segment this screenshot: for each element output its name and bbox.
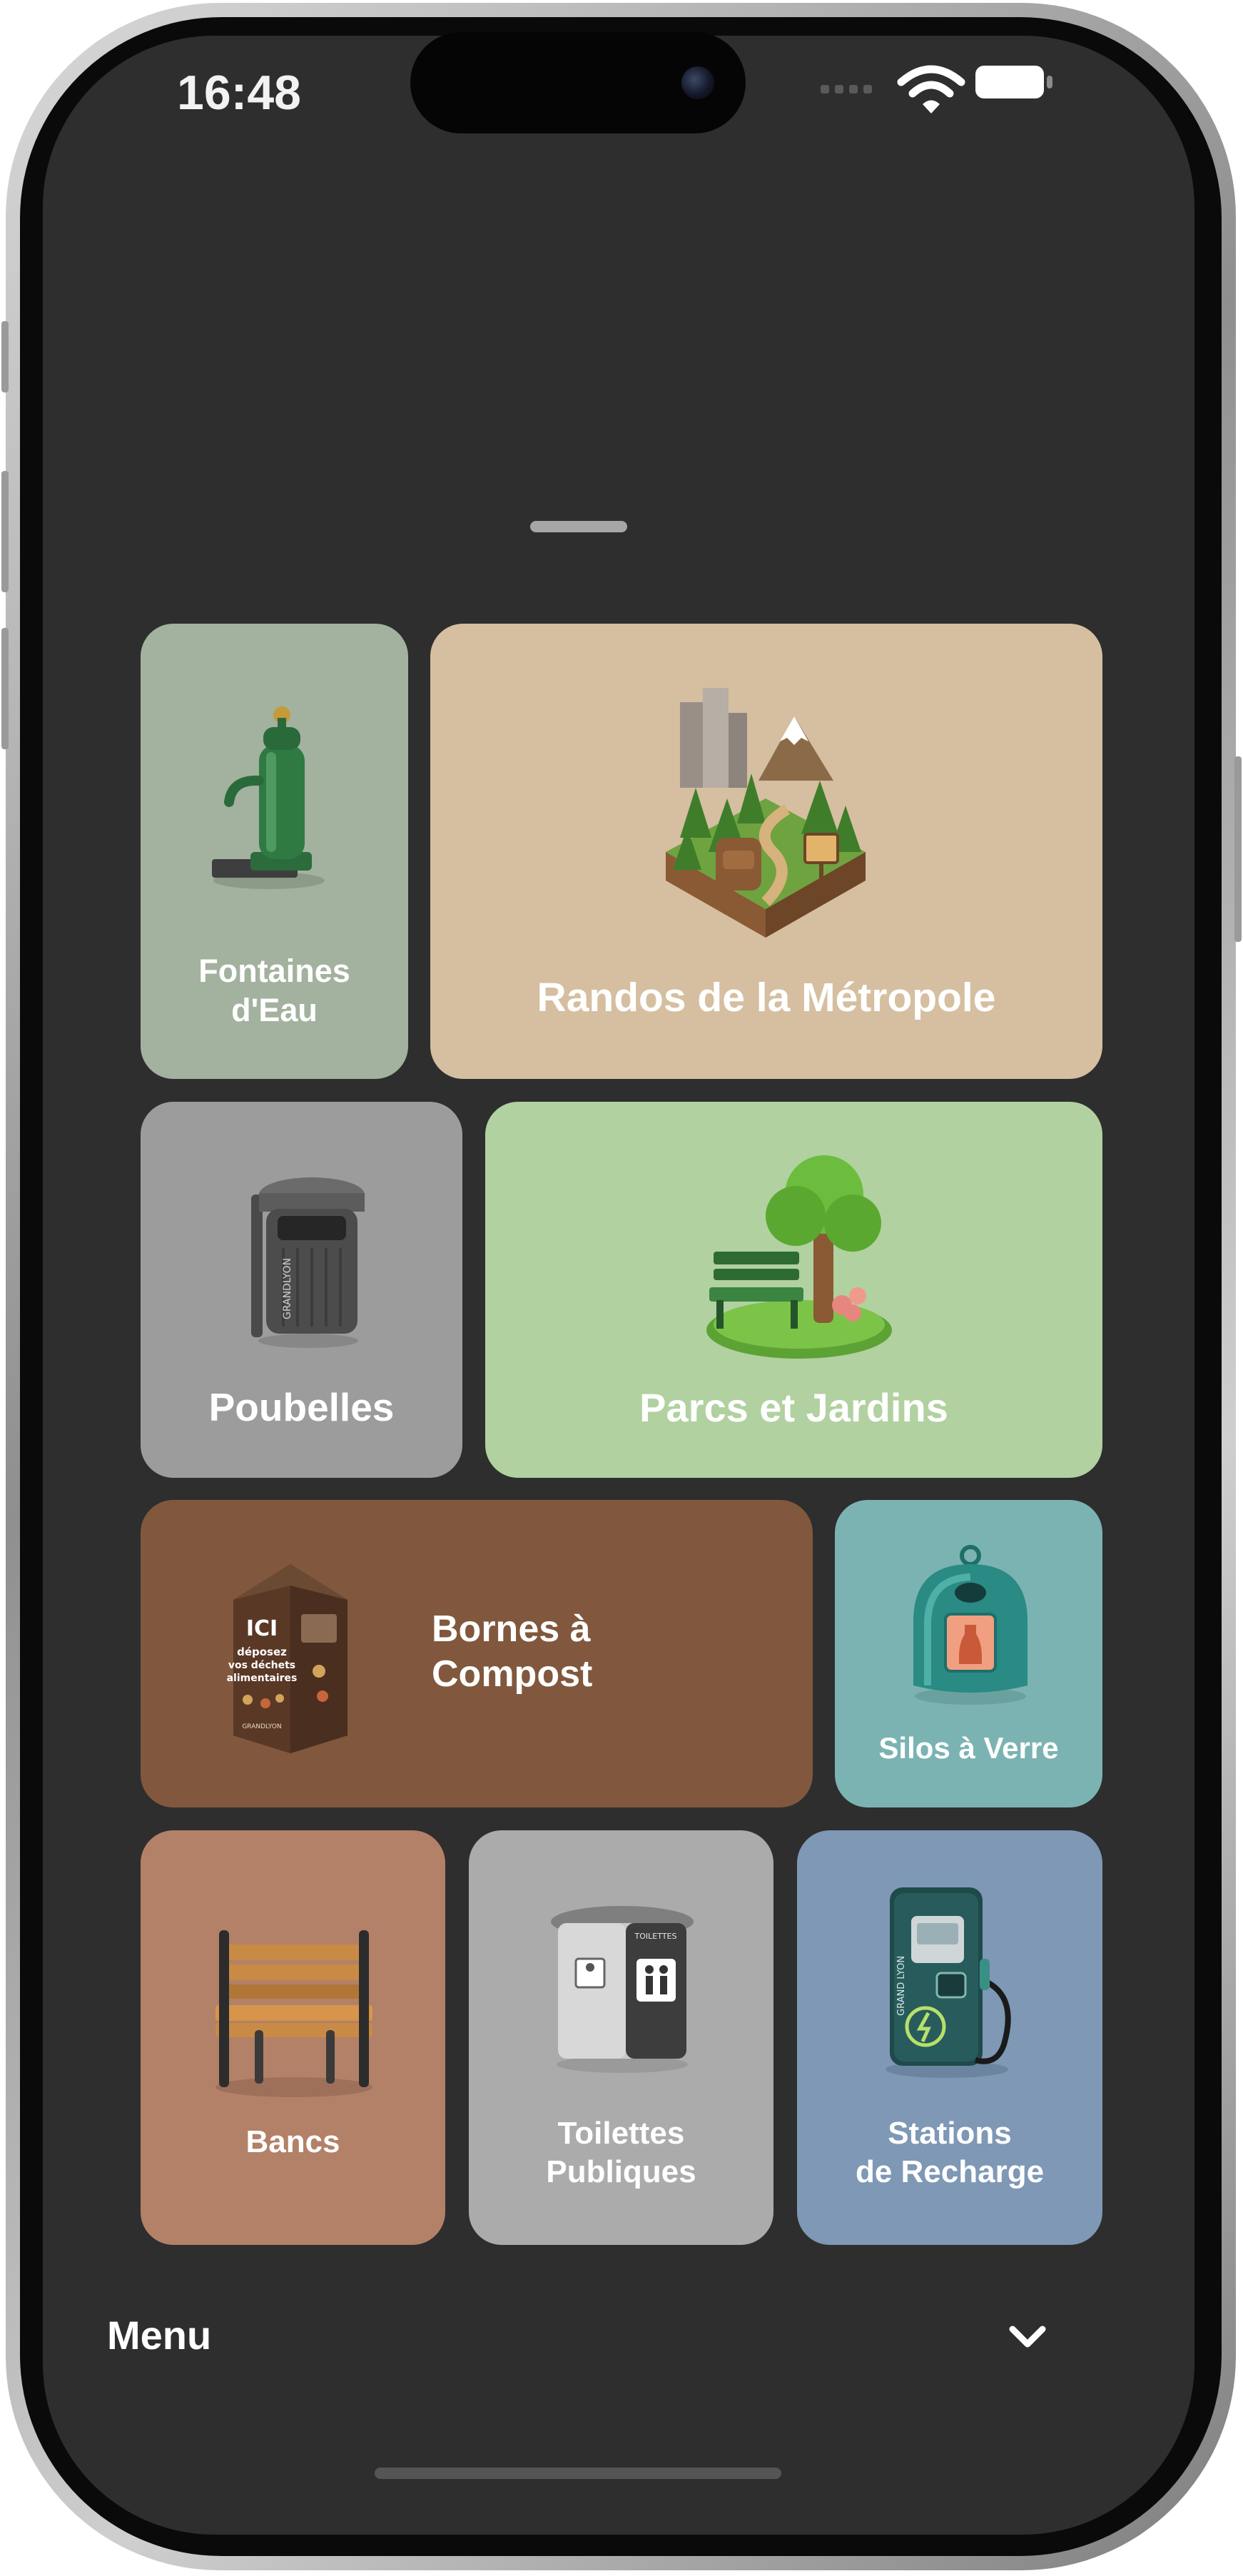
hiking-landscape-icon bbox=[666, 688, 866, 938]
charger-brand-text: GRAND LYON bbox=[896, 1956, 907, 2016]
tile-fontaines-label: Fontaines d'Eau bbox=[198, 953, 350, 1028]
bin-text-alimentaires: alimentaires bbox=[227, 1673, 298, 1684]
tile-poubelles-label: Poubelles bbox=[208, 1385, 395, 1429]
tile-compost-label: Bornes à Compost bbox=[432, 1608, 593, 1695]
tile-stations[interactable]: GRAND LYON Stations de Recharge bbox=[797, 1830, 1102, 2245]
park-bench-tree-icon bbox=[706, 1155, 892, 1359]
compost-bin-icon: ICI déposez vos déchets alimentaires GRA… bbox=[227, 1564, 347, 1753]
water-fountain-icon bbox=[212, 706, 325, 889]
tile-poubelles[interactable]: GRANDLYON Poubelles bbox=[141, 1102, 462, 1478]
bin-text-deposez: déposez bbox=[237, 1646, 287, 1658]
glass-silo-icon bbox=[913, 1545, 1028, 1705]
ev-charger-icon: GRAND LYON bbox=[886, 1887, 1011, 2078]
menu-toggle-label[interactable]: Menu bbox=[107, 2312, 211, 2358]
tile-parcs-label: Parcs et Jardins bbox=[639, 1385, 948, 1430]
cellular-signal-icon bbox=[821, 84, 885, 106]
bin-brand-text: GRANDLYON bbox=[282, 1258, 293, 1319]
volume-down-button bbox=[1, 628, 9, 749]
battery-icon bbox=[975, 66, 1052, 98]
tile-silos-label: Silos à Verre bbox=[878, 1731, 1059, 1765]
home-indicator[interactable] bbox=[375, 2468, 781, 2479]
bin-text-brand: GRANDLYON bbox=[242, 1723, 281, 1730]
dynamic-island bbox=[410, 32, 746, 133]
sheet-grabber[interactable] bbox=[530, 521, 627, 532]
bin-text-vos-dechets: vos déchets bbox=[228, 1660, 295, 1671]
tile-toilettes[interactable]: TOILETTES Toilettes Publiques bbox=[469, 1830, 773, 2245]
tile-bancs-label: Bancs bbox=[245, 2124, 340, 2159]
tile-toilettes-label: Toilettes Publiques bbox=[546, 2116, 696, 2189]
tile-randos-label: Randos de la Métropole bbox=[537, 975, 996, 1020]
bench-icon bbox=[215, 1930, 372, 2097]
tile-silos[interactable]: Silos à Verre bbox=[835, 1500, 1102, 1807]
camera-icon bbox=[681, 66, 714, 99]
tile-bancs[interactable]: Bancs bbox=[141, 1830, 445, 2245]
tile-compost[interactable]: ICI déposez vos déchets alimentaires GRA… bbox=[141, 1500, 813, 1807]
tile-stations-label: Stations de Recharge bbox=[855, 2116, 1045, 2189]
tile-fontaines[interactable]: Fontaines d'Eau bbox=[141, 624, 408, 1079]
chevron-down-icon[interactable] bbox=[1003, 2312, 1052, 2362]
action-button bbox=[1, 321, 9, 392]
bin-text-ici: ICI bbox=[246, 1616, 278, 1641]
public-toilet-icon: TOILETTES bbox=[551, 1906, 694, 2073]
volume-up-button bbox=[1, 471, 9, 592]
tile-parcs[interactable]: Parcs et Jardins bbox=[485, 1102, 1102, 1478]
status-time: 16:48 bbox=[177, 66, 301, 120]
wifi-icon bbox=[897, 65, 965, 113]
tile-randos[interactable]: Randos de la Métropole bbox=[430, 624, 1102, 1079]
power-button bbox=[1234, 756, 1242, 942]
kiosk-sign-text: TOILETTES bbox=[634, 1932, 677, 1941]
trash-bin-icon: GRANDLYON bbox=[251, 1177, 365, 1348]
